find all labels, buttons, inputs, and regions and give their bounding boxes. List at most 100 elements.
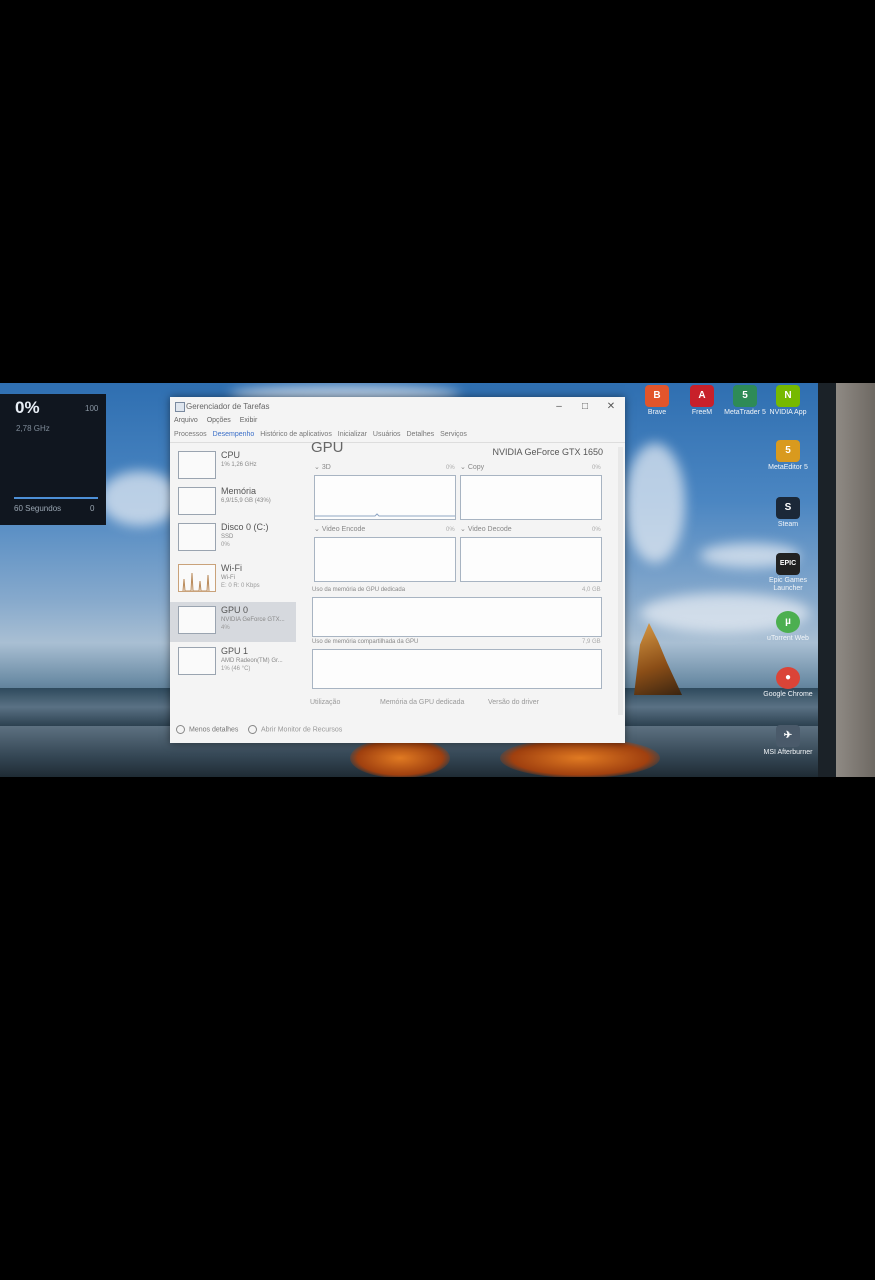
desktop-icon-epic-games[interactable]: EPIC Epic Games Launcher <box>759 553 817 593</box>
dedicated-memory-graph <box>312 597 602 637</box>
tab-bar: Processos Desempenho Histórico de aplica… <box>174 431 471 438</box>
title-bar[interactable]: Gerenciador de Tarefas – □ ✕ <box>170 397 625 417</box>
graph-copy <box>460 475 602 520</box>
sidebar-item-name: Wi-Fi <box>221 563 242 573</box>
graph-label-copy[interactable]: ⌄ Copy <box>460 463 484 471</box>
widget-max: 100 <box>85 404 99 413</box>
utorrent-icon: µ <box>776 611 800 633</box>
graph-3d-label: 3D <box>321 464 331 471</box>
desktop-icon-label: Google Chrome <box>763 691 813 698</box>
sidebar-item-detail: NVIDIA GeForce GTX... <box>221 617 285 623</box>
footer-utilizacao: Utilização <box>310 699 341 706</box>
sidebar-item-detail: 1% 1,26 GHz <box>221 462 257 468</box>
metatrader-icon: 5 <box>733 385 757 407</box>
sidebar-item-detail: AMD Radeon(TM) Gr... <box>221 658 283 664</box>
desktop-icon-chrome[interactable]: ● Google Chrome <box>759 667 817 699</box>
tab-detalhes[interactable]: Detalhes <box>407 431 435 438</box>
sidebar-item-gpu0[interactable]: GPU 0 NVIDIA GeForce GTX... 4% <box>170 602 296 642</box>
desktop-icon-label: NVIDIA App <box>769 409 807 416</box>
sidebar-item-detail: 1% (46 °C) <box>221 666 251 672</box>
sidebar-item-detail: 4% <box>221 625 230 631</box>
shared-memory-graph <box>312 649 602 689</box>
widget-percent: 0% <box>15 398 40 417</box>
cpu-thumbnail-graph <box>178 451 216 479</box>
graph-video-encode-label: Video Encode <box>321 526 366 533</box>
tab-inicializar[interactable]: Inicializar <box>338 431 367 438</box>
sidebar-item-name: Memória <box>221 486 257 496</box>
tab-processos[interactable]: Processos <box>174 431 207 438</box>
desktop-icon-label: uTorrent Web <box>767 635 809 642</box>
graph-video-encode-percent: 0% <box>446 527 455 533</box>
graph-3d-line <box>315 513 455 517</box>
desktop-icon-label: Brave <box>647 409 667 416</box>
menu-opcoes[interactable]: Opções <box>207 417 231 424</box>
graph-copy-label: Copy <box>467 464 485 471</box>
maximize-button[interactable]: □ <box>574 400 596 414</box>
less-details-button[interactable]: Menos detalhes <box>176 725 238 734</box>
sidebar-item-gpu1[interactable]: GPU 1 AMD Radeon(TM) Gr... 1% (46 °C) <box>170 643 296 683</box>
desktop-icon-label: MSI Afterburner <box>763 749 813 756</box>
sidebar-item-disco[interactable]: Disco 0 (C:) SSD 0% <box>170 519 296 559</box>
widget-footer: 60 Segundos <box>14 504 62 513</box>
sidebar-item-name: Disco 0 (C:) <box>221 522 269 532</box>
sidebar-item-cpu[interactable]: CPU 1% 1,26 GHz <box>170 447 296 487</box>
epic-games-icon: EPIC <box>776 553 800 575</box>
sidebar-item-detail: Wi-Fi <box>221 575 235 581</box>
chrome-icon: ● <box>776 667 800 689</box>
bottom-bar: Menos detalhes Abrir Monitor de Recursos <box>170 717 625 743</box>
open-resource-monitor-link[interactable]: Abrir Monitor de Recursos <box>248 725 342 734</box>
menu-exibir[interactable]: Exibir <box>240 417 258 424</box>
widget-zero: 0 <box>90 504 95 513</box>
desktop-icon-utorrent[interactable]: µ uTorrent Web <box>759 611 817 643</box>
widget-frequency: 2,78 GHz <box>16 424 50 433</box>
gpu0-thumbnail-graph <box>178 606 216 634</box>
widget-graph-line <box>14 497 98 499</box>
brave-icon: B <box>645 385 669 407</box>
sidebar-item-detail: 0% <box>221 542 230 548</box>
open-resource-monitor-label: Abrir Monitor de Recursos <box>261 726 343 734</box>
performance-widget: 0% 100 2,78 GHz 60 Segundos 0 <box>0 394 106 525</box>
graph-label-video-encode[interactable]: ⌄ Video Encode <box>314 525 365 533</box>
resource-monitor-icon <box>248 725 257 734</box>
graph-label-video-decode[interactable]: ⌄ Video Decode <box>460 525 512 533</box>
chevron-up-icon <box>176 725 185 734</box>
desktop-icon-steam[interactable]: S Steam <box>759 497 817 529</box>
sidebar-item-detail: E: 0 R: 0 Kbps <box>221 583 260 589</box>
minimize-button[interactable]: – <box>548 400 570 414</box>
desktop-icon-metaeditor[interactable]: 5 MetaEditor 5 <box>759 440 817 472</box>
tab-historico[interactable]: Histórico de aplicativos <box>260 431 332 438</box>
desktop-icon-nvidia-app[interactable]: N NVIDIA App <box>759 385 817 417</box>
graph-video-decode-percent: 0% <box>592 527 601 533</box>
sidebar-item-name: GPU 0 <box>221 605 249 615</box>
tab-servicos[interactable]: Serviços <box>440 431 467 438</box>
scrollbar[interactable] <box>618 447 623 715</box>
shared-memory-label: Uso de memória compartilhada da GPU <box>312 639 419 645</box>
close-button[interactable]: ✕ <box>600 400 622 414</box>
menu-bar: Arquivo Opções Exibir <box>174 417 264 424</box>
menu-arquivo[interactable]: Arquivo <box>174 417 198 424</box>
task-manager-icon <box>175 402 185 412</box>
memory-thumbnail-graph <box>178 487 216 515</box>
monitor-bezel <box>818 383 836 777</box>
graph-label-3d[interactable]: ⌄ 3D <box>314 463 331 471</box>
graph-copy-percent: 0% <box>592 465 601 471</box>
gpu-model-name: NVIDIA GeForce GTX 1650 <box>492 447 603 457</box>
rock-formation <box>634 623 682 695</box>
graph-3d <box>314 475 456 520</box>
task-manager-window[interactable]: Gerenciador de Tarefas – □ ✕ Arquivo Opç… <box>170 397 625 743</box>
sidebar-item-wifi[interactable]: Wi-Fi Wi-Fi E: 0 R: 0 Kbps <box>170 560 296 600</box>
tab-desempenho[interactable]: Desempenho <box>213 431 255 438</box>
sidebar-item-detail: 6,9/15,9 GB (43%) <box>221 498 271 504</box>
gpu1-thumbnail-graph <box>178 647 216 675</box>
metaeditor-icon: 5 <box>776 440 800 462</box>
sidebar-item-memoria[interactable]: Memória 6,9/15,9 GB (43%) <box>170 483 296 523</box>
desktop-icon-msi-afterburner[interactable]: ✈ MSI Afterburner <box>759 725 817 757</box>
less-details-label: Menos detalhes <box>189 726 239 734</box>
desktop-icon-label: Epic Games Launcher <box>768 577 808 592</box>
desktop-icon-label: MetaEditor 5 <box>768 464 808 471</box>
graph-video-encode <box>314 537 456 582</box>
gpu-detail-panel: GPU NVIDIA GeForce GTX 1650 ⌄ 3D 0% ⌄ Co… <box>300 439 620 713</box>
tab-usuarios[interactable]: Usuários <box>373 431 401 438</box>
disk-thumbnail-graph <box>178 523 216 551</box>
graph-video-decode-label: Video Decode <box>467 526 512 533</box>
